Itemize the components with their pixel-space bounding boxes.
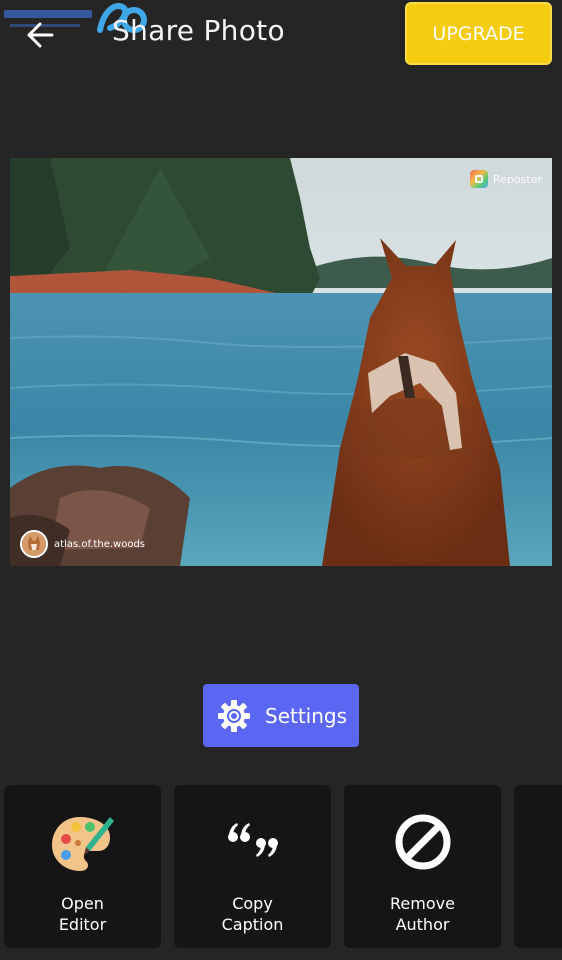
page-title: Share Photo xyxy=(112,14,285,47)
open-editor-label-line1: Open xyxy=(61,894,104,913)
quote-icon xyxy=(227,823,278,857)
remove-author-label-line1: Remove xyxy=(390,894,455,913)
copy-caption-label-line1: Copy xyxy=(232,894,273,913)
upgrade-button[interactable]: UPGRADE xyxy=(405,2,552,65)
author-badge: atlas.of.the.woods xyxy=(20,530,145,558)
arrow-left-icon xyxy=(27,22,54,48)
open-editor-label-line2: Editor xyxy=(58,915,107,934)
open-editor-button[interactable]: Open Editor xyxy=(4,785,161,948)
copy-caption-button[interactable]: Copy Caption xyxy=(174,785,331,948)
settings-label: Settings xyxy=(265,703,348,728)
copy-caption-label-line2: Caption xyxy=(221,915,284,934)
settings-button[interactable]: Settings xyxy=(203,684,359,747)
gear-icon xyxy=(218,699,250,732)
palette-icon xyxy=(51,817,114,871)
reposter-badge: Reposter xyxy=(470,170,542,188)
prohibited-icon xyxy=(395,814,450,870)
reposter-logo-icon xyxy=(470,170,489,188)
avatar xyxy=(20,530,48,558)
back-button[interactable] xyxy=(22,20,56,50)
photo-preview: Reposter atlas.of.the.woods xyxy=(10,158,552,566)
remove-author-label-line2: Author xyxy=(395,915,450,934)
author-handle: atlas.of.the.woods xyxy=(54,538,145,550)
remove-author-button[interactable]: Remove Author xyxy=(344,785,501,948)
reposter-label: Reposter xyxy=(493,172,542,186)
more-actions-card[interactable] xyxy=(514,785,562,948)
